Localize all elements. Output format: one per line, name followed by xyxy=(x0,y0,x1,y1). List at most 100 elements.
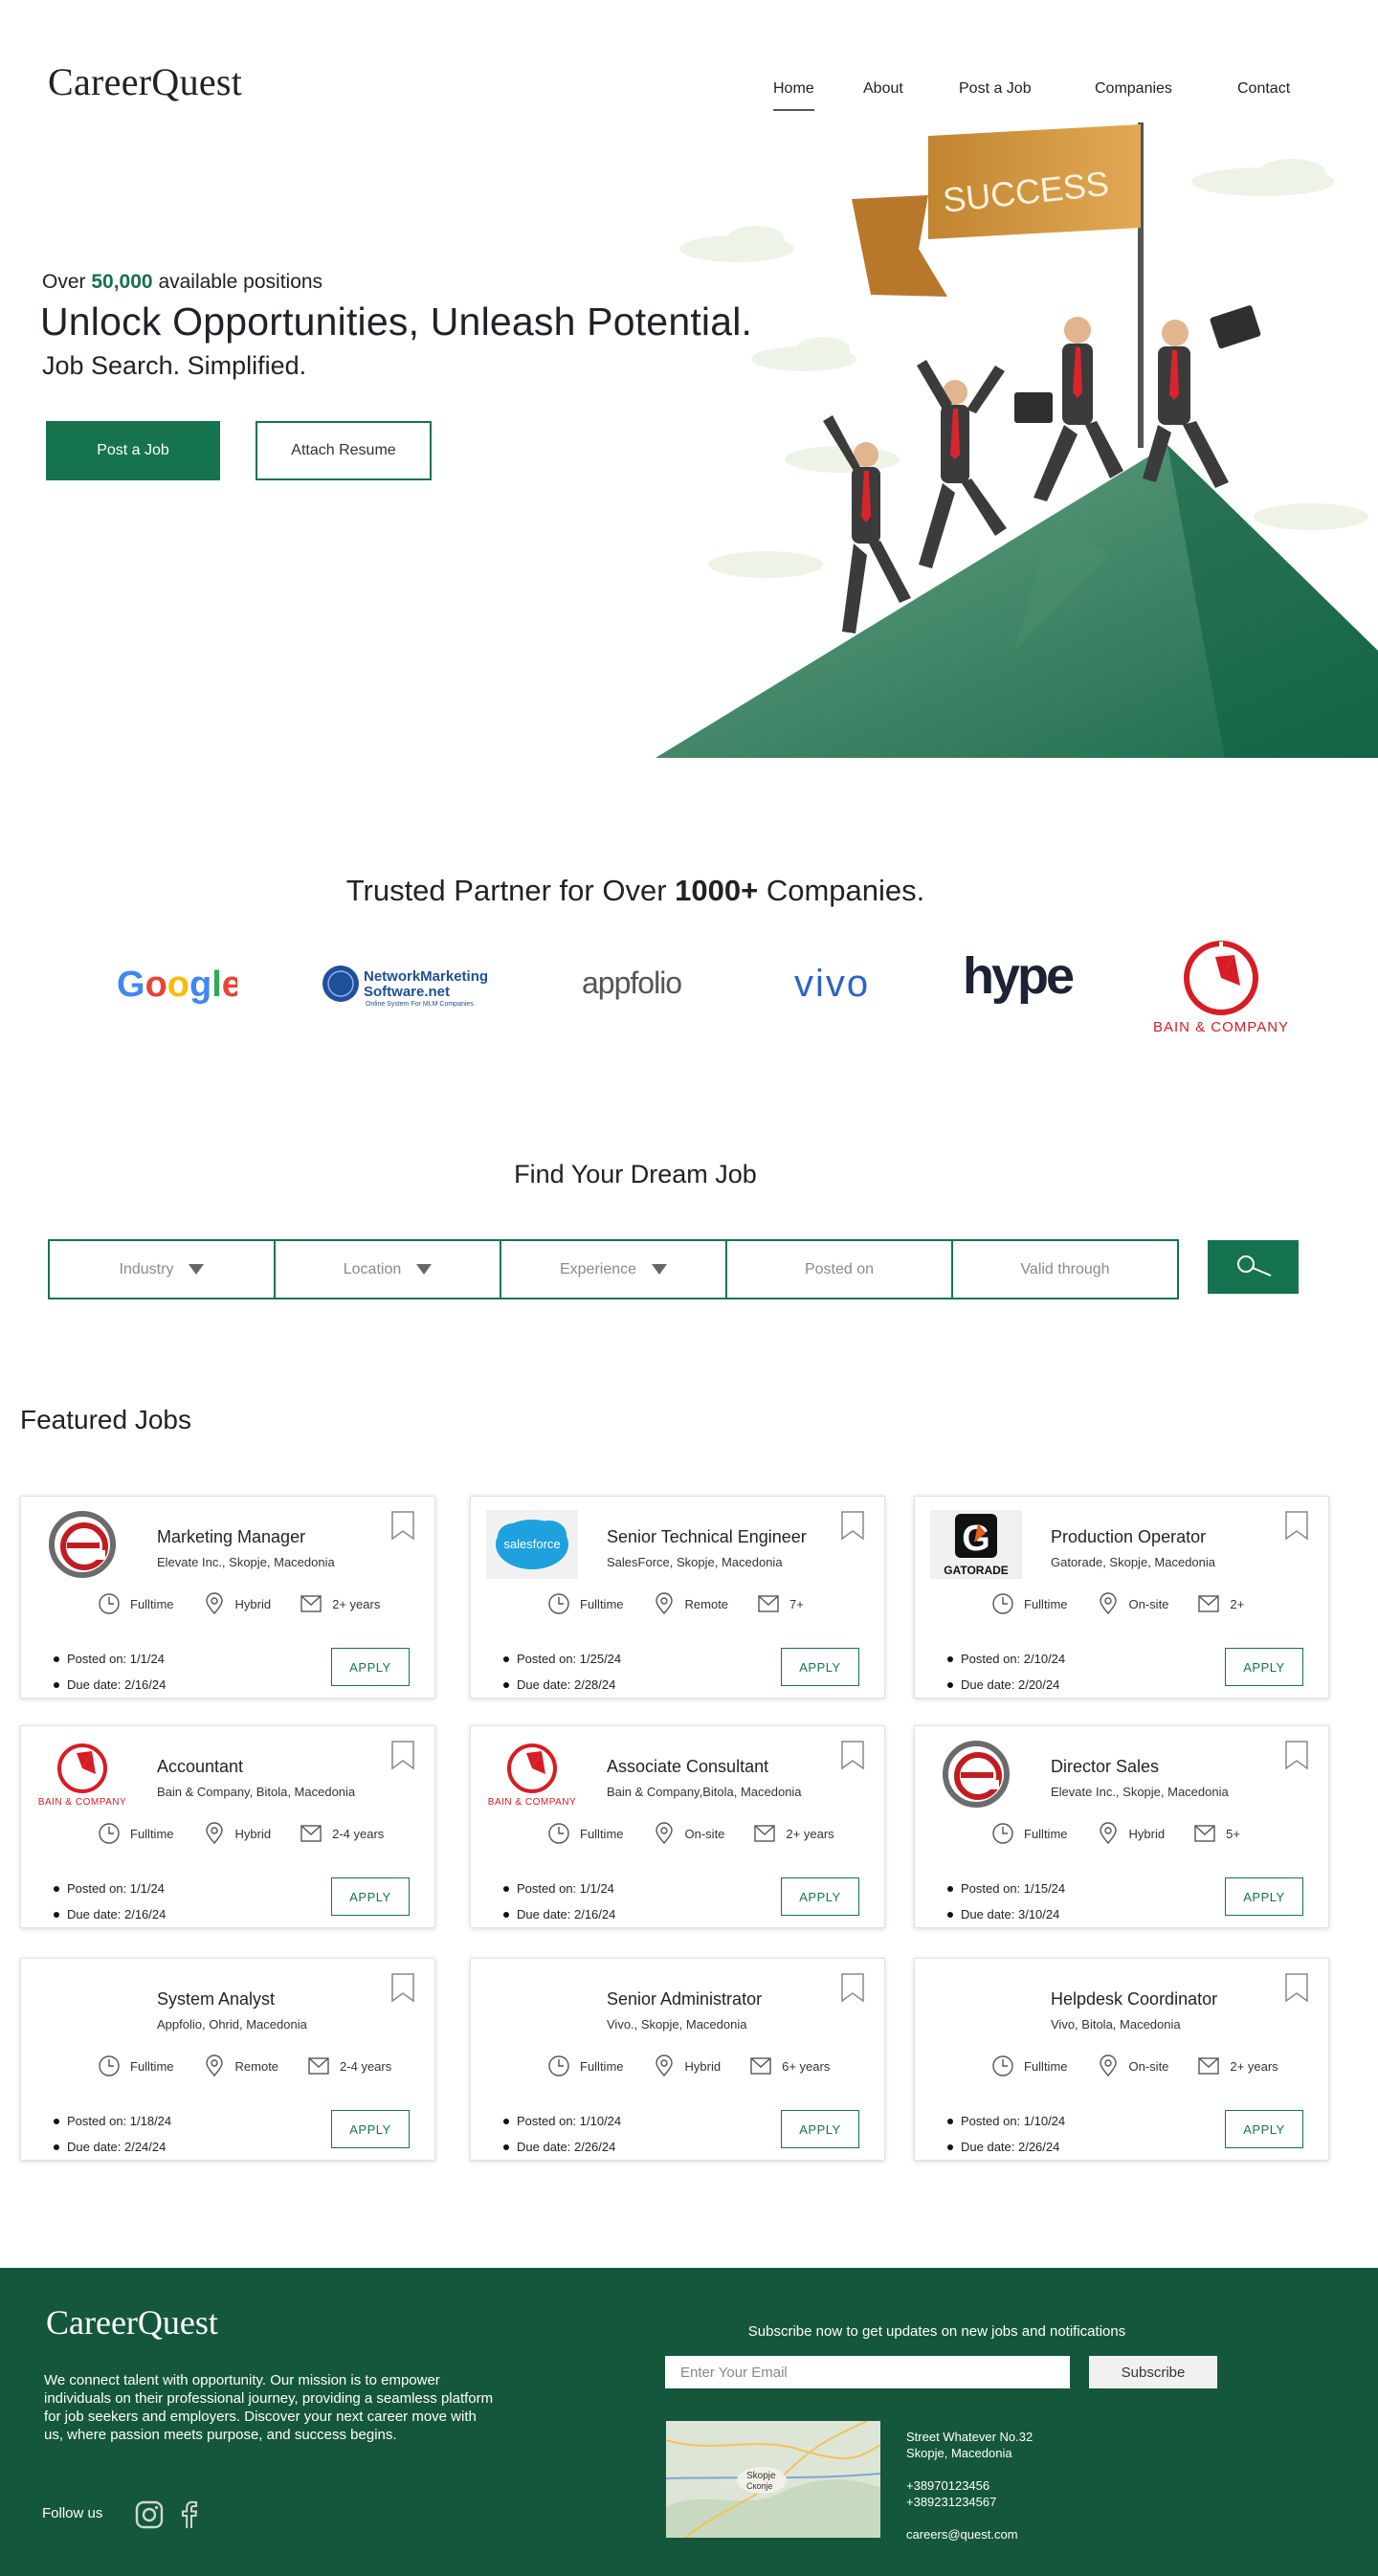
attach-resume-button[interactable]: Attach Resume xyxy=(256,421,432,480)
experience: 7+ xyxy=(757,1592,804,1615)
job-card[interactable]: salesforce Senior Technical Engineer Sales… xyxy=(470,1496,885,1699)
valid-through-field[interactable]: Valid through xyxy=(951,1239,1179,1299)
bookmark-icon[interactable] xyxy=(840,1740,865,1770)
address-line1: Street Whatever No.32 xyxy=(906,2430,1034,2444)
job-dates: Posted on: 2/10/24 Due date: 2/20/24 xyxy=(947,1646,1065,1698)
company-logo xyxy=(486,1972,578,2041)
apply-button[interactable]: APPLY xyxy=(1225,2110,1303,2148)
industry-dropdown[interactable]: Industry xyxy=(48,1239,276,1299)
nav-about[interactable]: About xyxy=(863,80,903,98)
apply-button[interactable]: APPLY xyxy=(331,1877,410,1916)
clock-icon xyxy=(99,1593,120,1614)
bookmark-icon[interactable] xyxy=(390,1740,415,1770)
footer-logo[interactable]: CareerQuest xyxy=(46,2302,218,2343)
job-title[interactable]: Director Sales xyxy=(1051,1757,1159,1777)
apply-button[interactable]: APPLY xyxy=(1225,1877,1303,1916)
job-card[interactable]: System Analyst Appfolio, Ohrid, Macedonia… xyxy=(20,1958,435,2161)
contact-email[interactable]: careers@quest.com xyxy=(906,2526,1033,2543)
apply-button[interactable]: APPLY xyxy=(781,1877,859,1916)
job-title[interactable]: Production Operator xyxy=(1051,1527,1206,1547)
job-card[interactable]: Helpdesk Coordinator Vivo, Bitola, Macedo… xyxy=(914,1958,1329,2161)
experience: 5+ xyxy=(1193,1822,1240,1845)
vivo-logo: vivo xyxy=(790,955,903,1012)
job-card[interactable]: BAIN & COMPANY Accountant Bain & Company, … xyxy=(20,1725,435,1928)
job-type: Fulltime xyxy=(991,2054,1068,2077)
instagram-icon[interactable] xyxy=(134,2499,165,2530)
hype-wordmark: hype xyxy=(963,951,1074,1005)
svg-text:Google: Google xyxy=(117,965,237,1005)
bookmark-icon[interactable] xyxy=(1284,1510,1309,1541)
job-type-label: Fulltime xyxy=(580,1596,624,1611)
experience: 2+ xyxy=(1197,1592,1244,1615)
clock-icon xyxy=(548,1823,569,1844)
job-card[interactable]: Marketing Manager Elevate Inc., Skopje, M… xyxy=(20,1496,435,1699)
job-card[interactable]: Senior Administrator Vivo., Skopje, Maced… xyxy=(470,1958,885,2161)
posted-on-field[interactable]: Posted on xyxy=(725,1239,953,1299)
envelope-icon xyxy=(1198,1595,1220,1612)
job-meta: Fulltime Hybrid 2-4 years xyxy=(98,1820,412,1847)
job-title[interactable]: Associate Consultant xyxy=(607,1757,768,1777)
company-logo xyxy=(930,1972,1022,2041)
job-title[interactable]: System Analyst xyxy=(157,1989,275,2010)
job-type-label: Fulltime xyxy=(130,2058,174,2074)
post-job-button[interactable]: Post a Job xyxy=(46,421,220,480)
job-title[interactable]: Marketing Manager xyxy=(157,1527,305,1547)
subscribe-button[interactable]: Subscribe xyxy=(1089,2356,1217,2388)
job-dates: Posted on: 1/25/24 Due date: 2/28/24 xyxy=(503,1646,621,1698)
bookmark-icon[interactable] xyxy=(840,1972,865,2003)
bookmark-icon[interactable] xyxy=(1284,1972,1309,2003)
company-logo: BAIN & COMPANY xyxy=(486,1740,578,1809)
job-title[interactable]: Senior Technical Engineer xyxy=(607,1527,807,1547)
job-dates: Posted on: 1/10/24 Due date: 2/26/24 xyxy=(947,2108,1065,2160)
due-date: Due date: 2/20/24 xyxy=(947,1672,1065,1698)
job-type: Fulltime xyxy=(991,1822,1068,1845)
nav-home[interactable]: Home xyxy=(773,80,814,111)
hype-logo: hype xyxy=(961,951,1081,1014)
job-card[interactable]: Director Sales Elevate Inc., Skopje, Mace… xyxy=(914,1725,1329,1928)
search-button[interactable] xyxy=(1208,1240,1299,1294)
clock-icon xyxy=(992,2055,1013,2076)
bookmark-icon[interactable] xyxy=(840,1510,865,1541)
job-type: Fulltime xyxy=(991,1592,1068,1615)
nav-post-job[interactable]: Post a Job xyxy=(959,80,1032,98)
job-card[interactable]: BAIN & COMPANY Associate Consultant Bain &… xyxy=(470,1725,885,1928)
posted-date: Posted on: 2/10/24 xyxy=(947,1646,1065,1672)
apply-button[interactable]: APPLY xyxy=(1225,1648,1303,1686)
job-meta: Fulltime Hybrid 2+ years xyxy=(98,1590,409,1617)
job-type: Fulltime xyxy=(547,1822,624,1845)
networkmarketing-logo: NetworkMarketing Software.net Online Sys… xyxy=(320,955,501,1012)
svg-text:BAIN & COMPANY: BAIN & COMPANY xyxy=(488,1797,576,1808)
trusted-heading: Trusted Partner for Over 1000+ Companies… xyxy=(0,874,1271,908)
job-title[interactable]: Senior Administrator xyxy=(607,1989,762,2010)
contact-info: Street Whatever No.32 Skopje, Macedonia … xyxy=(906,2429,1033,2543)
site-logo[interactable]: CareerQuest xyxy=(48,59,242,104)
location-dropdown[interactable]: Location xyxy=(274,1239,501,1299)
apply-button[interactable]: APPLY xyxy=(331,1648,410,1686)
location-map[interactable]: Skopje Скопје xyxy=(666,2421,880,2538)
appfolio-logo: appfolio xyxy=(578,955,712,1012)
job-meta: Fulltime On-site 2+ xyxy=(991,1590,1273,1617)
job-title[interactable]: Accountant xyxy=(157,1757,243,1777)
email-input[interactable]: Enter Your Email xyxy=(665,2356,1070,2388)
apply-button[interactable]: APPLY xyxy=(331,2110,410,2148)
work-mode-label: Hybrid xyxy=(1128,1826,1166,1841)
apply-button[interactable]: APPLY xyxy=(781,1648,859,1686)
nav-companies[interactable]: Companies xyxy=(1095,80,1172,98)
bookmark-icon[interactable] xyxy=(390,1510,415,1541)
job-card[interactable]: GGATORADE Production Operator Gatorade, Sk… xyxy=(914,1496,1329,1699)
bookmark-icon[interactable] xyxy=(1284,1740,1309,1770)
nav-contact[interactable]: Contact xyxy=(1237,80,1290,98)
company-logo: BAIN & COMPANY xyxy=(36,1740,128,1809)
experience-dropdown[interactable]: Experience xyxy=(500,1239,727,1299)
job-title[interactable]: Helpdesk Coordinator xyxy=(1051,1989,1217,2010)
nm-tagline: Online System For MLM Companies xyxy=(366,1001,474,1008)
facebook-icon[interactable] xyxy=(178,2499,199,2530)
posted-date: Posted on: 1/10/24 xyxy=(947,2108,1065,2134)
work-mode-label: On-site xyxy=(1128,1596,1169,1611)
experience-label: 2+ xyxy=(1230,1596,1245,1611)
apply-button[interactable]: APPLY xyxy=(781,2110,859,2148)
map-label-local: Скопје xyxy=(746,2481,772,2491)
bookmark-icon[interactable] xyxy=(390,1972,415,2003)
location-pin-icon xyxy=(205,1592,223,1615)
due-date: Due date: 3/10/24 xyxy=(947,1901,1065,1927)
